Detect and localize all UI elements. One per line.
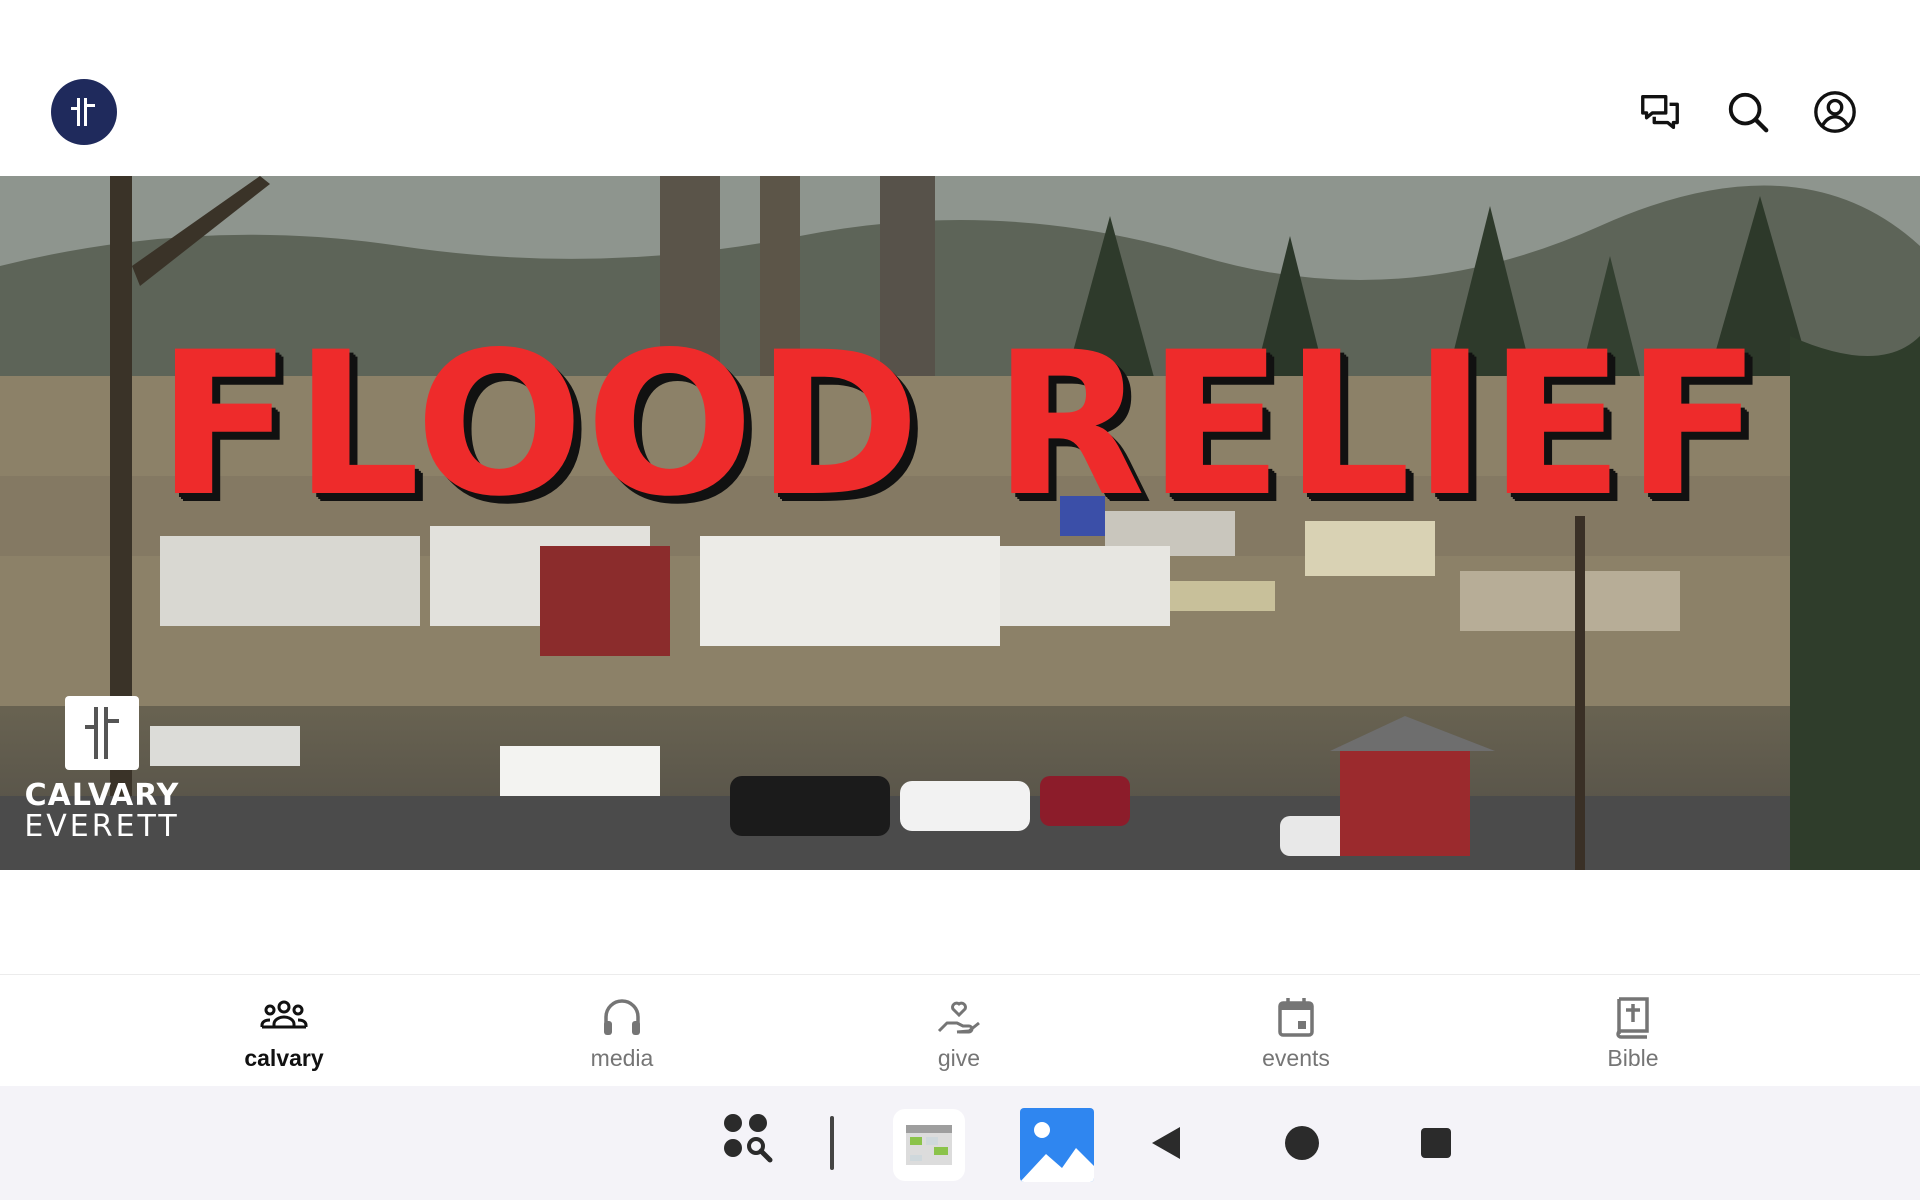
search-icon	[1728, 92, 1769, 133]
messages-button[interactable]	[1636, 88, 1684, 136]
nav-tab-calvary[interactable]: calvary	[174, 975, 394, 1087]
calendar-icon	[1278, 998, 1314, 1037]
recents-icon	[1421, 1128, 1451, 1158]
nav-tab-events[interactable]: events	[1186, 975, 1406, 1087]
nav-tab-bible[interactable]: Bible	[1523, 975, 1743, 1087]
account-icon	[1814, 91, 1856, 133]
recents-button[interactable]	[1418, 1113, 1454, 1173]
system-navigation-bar	[0, 1086, 1920, 1200]
home-icon	[1285, 1126, 1319, 1160]
nav-label-give: give	[937, 1045, 981, 1071]
bible-icon	[1616, 997, 1649, 1039]
nav-label-calvary: calvary	[244, 1045, 324, 1071]
account-button[interactable]	[1811, 88, 1859, 136]
people-icon	[260, 1000, 308, 1029]
nav-tab-give[interactable]: give	[849, 975, 1069, 1087]
nav-label-media: media	[590, 1045, 654, 1071]
chat-icon	[1641, 94, 1679, 130]
nav-label-events: events	[1262, 1045, 1330, 1071]
give-hand-heart-icon	[937, 1001, 980, 1034]
hero-title: FLOOD RELIEF	[156, 309, 1764, 540]
brand-name-line1: CALVARY	[24, 778, 180, 813]
app-drawer-search-icon	[724, 1114, 773, 1163]
headphones-icon	[604, 999, 640, 1035]
search-button[interactable]	[1724, 88, 1772, 136]
nav-tab-media[interactable]: media	[512, 975, 732, 1087]
calvary-everett-watermark: CALVARY EVERETT	[22, 696, 182, 846]
gallery-app-button[interactable]	[1020, 1108, 1094, 1182]
hero-banner[interactable]: FLOOD RELIEF CALVARY EVERETT	[0, 176, 1920, 870]
app-header	[0, 0, 1920, 176]
brand-name-line2: EVERETT	[24, 809, 180, 844]
back-button[interactable]	[1148, 1113, 1184, 1173]
calendar-app-icon	[906, 1125, 952, 1165]
gallery-app-icon	[1020, 1122, 1094, 1182]
back-icon	[1152, 1127, 1180, 1159]
calvary-watermark-logo-icon	[65, 696, 139, 770]
app-drawer-button[interactable]	[718, 1108, 778, 1168]
calendar-app-button[interactable]	[893, 1109, 965, 1181]
home-button[interactable]	[1280, 1110, 1324, 1176]
taskbar-divider	[830, 1116, 834, 1170]
bottom-navigation: calvary media give events Bible	[0, 974, 1920, 1087]
calvary-logo[interactable]	[51, 79, 117, 145]
nav-label-bible: Bible	[1607, 1045, 1659, 1071]
calvary-cross-logo-icon	[71, 98, 95, 126]
